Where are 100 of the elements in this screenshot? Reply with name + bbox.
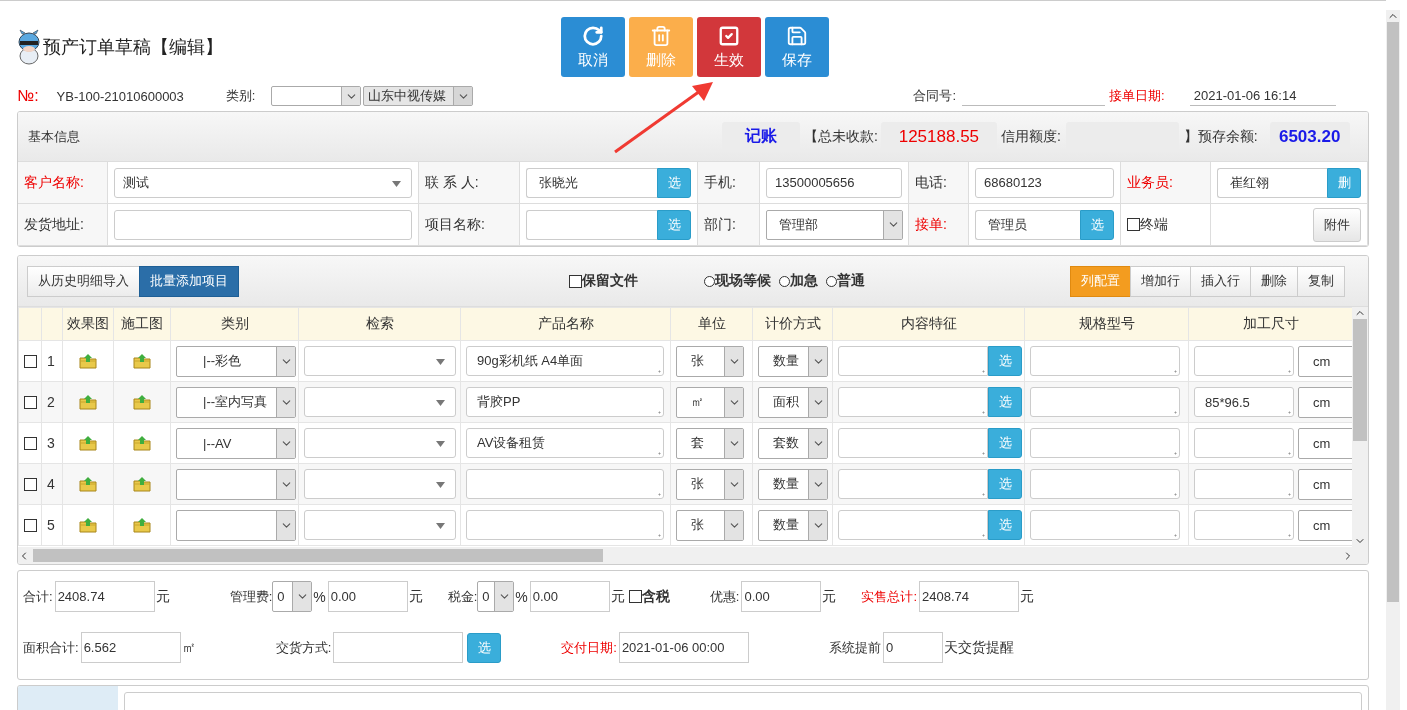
features-field[interactable] xyxy=(838,346,988,376)
product-field[interactable]: 90g彩机纸 A4单面 xyxy=(466,346,664,376)
radio-button[interactable] xyxy=(779,275,790,287)
input-field[interactable] xyxy=(526,209,657,240)
checkbox[interactable] xyxy=(1127,218,1140,231)
radio-button[interactable] xyxy=(704,275,715,287)
product-field[interactable]: AV设备租赁 xyxy=(466,428,664,458)
checkbox[interactable] xyxy=(628,590,642,603)
radio-button[interactable] xyxy=(826,275,837,287)
spec-field[interactable] xyxy=(1030,510,1180,540)
toolbar-button[interactable]: 插入行 xyxy=(1190,265,1251,297)
size-field[interactable] xyxy=(1194,469,1294,499)
field-label: 管理费: xyxy=(229,587,273,606)
unit-select[interactable]: 套 xyxy=(676,427,744,459)
search-combo[interactable] xyxy=(304,469,456,499)
pricing-select[interactable]: 面积 xyxy=(758,386,828,418)
search-combo[interactable] xyxy=(304,428,456,458)
input-field[interactable] xyxy=(114,209,412,240)
search-combo[interactable] xyxy=(304,387,456,417)
input-field[interactable]: 0 xyxy=(882,632,943,663)
select-field[interactable]: 0 xyxy=(477,581,515,612)
date-field[interactable]: 2021-01-06 16:14 xyxy=(1189,86,1336,106)
size-unit-select[interactable]: cm xyxy=(1298,468,1352,500)
unit-select[interactable]: 张 xyxy=(676,509,744,541)
size-unit-select[interactable]: cm xyxy=(1298,509,1352,541)
select-field[interactable]: 0 xyxy=(272,581,313,612)
product-field[interactable] xyxy=(466,469,664,499)
product-field[interactable]: 背胶PP xyxy=(466,387,664,417)
pricing-select[interactable]: 数量 xyxy=(758,468,828,500)
toolbar-button[interactable]: 从历史明细导入 xyxy=(27,265,140,297)
toolbar-button[interactable]: 删除 xyxy=(1250,265,1298,297)
search-combo[interactable] xyxy=(304,510,456,540)
pricing-select[interactable]: 数量 xyxy=(758,509,828,541)
row-checkbox[interactable] xyxy=(23,436,37,450)
spec-field[interactable] xyxy=(1030,387,1180,417)
checkbox[interactable] xyxy=(569,274,582,288)
pricing-select[interactable]: 套数 xyxy=(758,427,828,459)
input-field[interactable]: 6.562 xyxy=(80,632,181,663)
row-checkbox[interactable] xyxy=(23,395,37,409)
customer-combo[interactable]: 测试 xyxy=(114,167,412,198)
action-button[interactable]: 取消 xyxy=(561,17,625,77)
input-field[interactable]: 0.00 xyxy=(529,581,610,612)
size-field[interactable] xyxy=(1194,510,1294,540)
spec-field[interactable] xyxy=(1030,469,1180,499)
toolbar-button[interactable]: 批量添加项目 xyxy=(139,265,239,297)
field-label: 手机: xyxy=(704,173,736,192)
size-field[interactable] xyxy=(1194,428,1294,458)
unit-select[interactable]: 张 xyxy=(676,468,744,500)
spec-field[interactable] xyxy=(1030,428,1180,458)
category-select[interactable]: |--室内写真 xyxy=(176,386,296,418)
input-field[interactable] xyxy=(333,632,464,663)
row-checkbox[interactable] xyxy=(23,477,37,491)
company-select[interactable]: 山东中视传媒 xyxy=(363,86,474,106)
unit-select[interactable]: 张 xyxy=(676,345,744,377)
input-field[interactable]: 0.00 xyxy=(327,581,408,612)
product-field[interactable] xyxy=(466,510,664,540)
horizontal-scrollbar[interactable] xyxy=(18,547,1368,564)
features-field[interactable] xyxy=(838,469,988,499)
input-field[interactable]: 2408.74 xyxy=(919,581,1020,612)
size-unit-select[interactable]: cm xyxy=(1298,345,1352,377)
category-select[interactable]: |--彩色 xyxy=(176,345,296,377)
toolbar-button[interactable]: 增加行 xyxy=(1130,265,1191,297)
category-select[interactable] xyxy=(176,468,296,500)
row-checkbox[interactable] xyxy=(23,518,37,532)
input-field[interactable]: 13500005656 xyxy=(766,167,902,198)
number-label: №: xyxy=(17,87,39,105)
input-field[interactable]: 0.00 xyxy=(741,581,822,612)
field-label: 发货地址: xyxy=(24,215,84,234)
size-field[interactable] xyxy=(1194,346,1294,376)
page-scrollbar[interactable] xyxy=(1386,10,1400,710)
folder-upload-icon xyxy=(133,517,151,533)
unit-select[interactable]: ㎡ xyxy=(676,386,744,418)
select-field[interactable]: 管理部 xyxy=(766,209,903,240)
input-field[interactable]: 2021-01-06 00:00 xyxy=(618,632,749,663)
input-field[interactable]: 2408.74 xyxy=(54,581,155,612)
input-field[interactable]: 张晓光 xyxy=(526,167,657,198)
spec-field[interactable] xyxy=(1030,346,1180,376)
field-label: 交付日期: xyxy=(561,638,617,657)
action-button[interactable]: 生效 xyxy=(697,17,761,77)
size-unit-select[interactable]: cm xyxy=(1298,386,1352,418)
table-scrollbar[interactable] xyxy=(1352,307,1368,547)
size-field[interactable]: 85*96.5 xyxy=(1194,387,1294,417)
features-field[interactable] xyxy=(838,428,988,458)
category-select[interactable] xyxy=(176,509,296,541)
pricing-select[interactable]: 数量 xyxy=(758,345,828,377)
caret-down-icon xyxy=(436,482,445,488)
toolbar-button[interactable]: 复制 xyxy=(1297,265,1345,297)
folder-upload-icon xyxy=(133,476,151,492)
action-button[interactable]: 保存 xyxy=(765,17,829,77)
field-label: 客户名称: xyxy=(24,173,84,192)
features-field[interactable] xyxy=(838,510,988,540)
category-select[interactable]: |--AV xyxy=(176,427,296,459)
category-select[interactable] xyxy=(271,86,362,106)
unit-label: ㎡ xyxy=(181,638,196,657)
input-field[interactable]: 68680123 xyxy=(975,167,1114,198)
search-combo[interactable] xyxy=(304,346,456,376)
size-unit-select[interactable]: cm xyxy=(1298,427,1352,459)
features-field[interactable] xyxy=(838,387,988,417)
row-checkbox[interactable] xyxy=(23,354,37,368)
attachment-button[interactable]: 附件 xyxy=(1313,207,1361,242)
